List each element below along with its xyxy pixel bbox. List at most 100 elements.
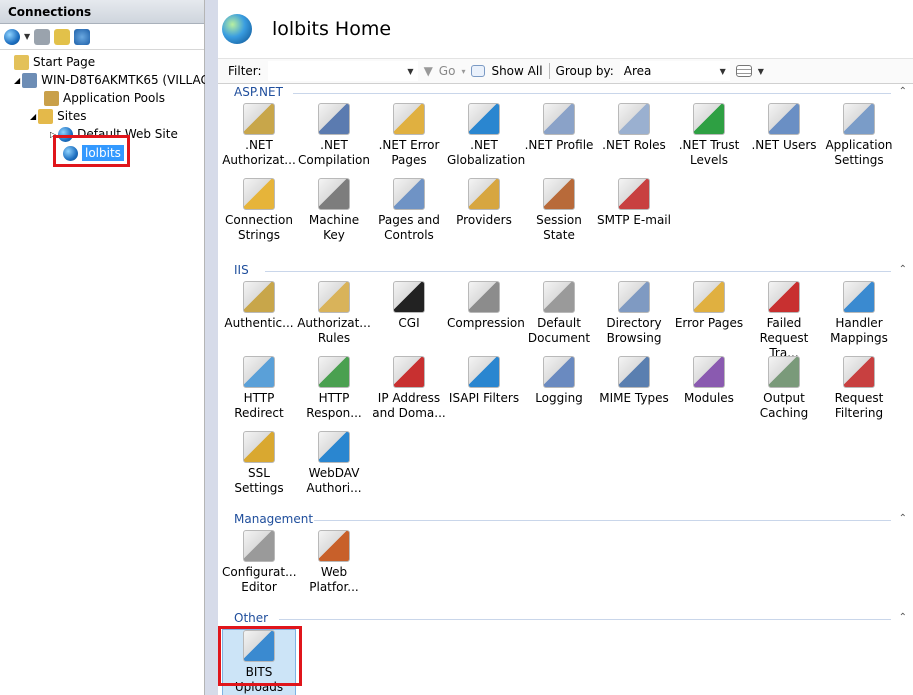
show-all-icon	[471, 65, 486, 77]
feature-providers[interactable]: Providers	[447, 178, 521, 228]
go-icon[interactable]: ▼	[424, 64, 433, 78]
feature-compilation[interactable]: .NET Compilation	[297, 103, 371, 168]
feature-request-filtering[interactable]: Request Filtering	[822, 356, 896, 421]
feature-app-settings[interactable]: Application Settings	[822, 103, 896, 168]
connect-dropdown-icon[interactable]: ▼	[24, 32, 30, 41]
feature-label: Pages and	[378, 213, 440, 227]
feature-http-redirect[interactable]: HTTP Redirect	[222, 356, 296, 421]
feature-http-response[interactable]: HTTP Respon...	[297, 356, 371, 421]
cgi-icon	[393, 281, 425, 313]
disconnect-icon[interactable]	[74, 28, 91, 45]
group-by-value: Area	[623, 64, 652, 78]
feature-default-document[interactable]: Default Document	[522, 281, 596, 346]
show-all-button[interactable]: Show All	[491, 64, 542, 78]
roles-icon	[618, 103, 650, 135]
feature-cgi[interactable]: CGI	[372, 281, 446, 331]
feature-label: Directory	[606, 316, 662, 330]
request-filtering-icon	[843, 356, 875, 388]
feature-config-editor[interactable]: Configurat... Editor	[222, 530, 297, 595]
view-icon[interactable]	[735, 65, 752, 77]
tree-item-start-page[interactable]: Start Page	[14, 53, 95, 71]
feature-isapi-filters[interactable]: ISAPI Filters	[447, 356, 521, 406]
error-404-icon	[693, 281, 725, 313]
collapse-arrow-icon[interactable]: ◢	[14, 76, 20, 85]
collapse-arrow-icon[interactable]: ◢	[30, 112, 36, 121]
feature-label-line2: Document	[527, 331, 591, 345]
feature-label: Authorizat...	[297, 316, 371, 330]
feature-label-line2: Rules	[317, 331, 351, 345]
connect-icon[interactable]	[4, 28, 20, 45]
feature-error-404[interactable]: .NET Error Pages	[372, 103, 446, 168]
feature-webdav[interactable]: WebDAV Authori...	[297, 431, 371, 496]
feature-smtp-email[interactable]: SMTP E-mail	[597, 178, 671, 228]
feature-handler-mappings[interactable]: Handler Mappings	[822, 281, 896, 346]
feature-session-state[interactable]: Session State	[522, 178, 596, 243]
output-caching-icon	[768, 356, 800, 388]
feature-directory-browsing[interactable]: Directory Browsing	[597, 281, 671, 346]
group-by-select[interactable]: Area ▼	[619, 61, 730, 81]
filter-input[interactable]: ▼	[267, 61, 418, 81]
toolbar-divider	[548, 63, 550, 79]
collapse-section-icon[interactable]: ⌃	[899, 513, 907, 524]
app-pools-icon	[44, 90, 59, 106]
http-redirect-icon	[243, 356, 275, 388]
feature-output-caching[interactable]: Output Caching	[747, 356, 821, 421]
feature-label: .NET Users	[751, 138, 817, 152]
feature-logging[interactable]: Logging	[522, 356, 596, 406]
feature-ssl-lock[interactable]: SSL Settings	[222, 431, 296, 496]
feature-failed-request[interactable]: Failed Request Tra...	[747, 281, 821, 361]
config-editor-icon	[243, 530, 275, 562]
pane-splitter[interactable]	[205, 0, 218, 695]
tree-item-server[interactable]: ◢ WIN-D8T6AKMTK65 (VILLAGE	[14, 71, 217, 89]
feature-mime-types[interactable]: MIME Types	[597, 356, 671, 406]
feature-label: SSL Settings	[234, 466, 284, 495]
collapse-section-icon[interactable]: ⌃	[899, 612, 907, 623]
feature-globe[interactable]: .NET Globalization	[447, 103, 525, 168]
features-list: ASP.NET ⌃ .NET Authorizat... .NET Compilation…	[218, 85, 913, 695]
feature-users[interactable]: .NET Users	[747, 103, 821, 153]
tree-item-label: Start Page	[33, 55, 96, 69]
feature-label-line2: Editor	[241, 580, 277, 594]
feature-compression[interactable]: Compression	[447, 281, 525, 331]
tree-item-sites[interactable]: ◢ Sites	[30, 107, 86, 125]
feature-label: .NET Roles	[602, 138, 666, 152]
features-view: lolbits Home Filter: ▼ ▼ Go ▾ Show All G…	[218, 0, 913, 695]
collapse-section-icon[interactable]: ⌃	[899, 264, 907, 275]
chevron-down-icon[interactable]: ▼	[720, 67, 726, 76]
save-icon[interactable]	[34, 28, 51, 45]
feature-label-line2: Mappings	[830, 331, 888, 345]
feature-ip-address[interactable]: IP Address and Doma...	[372, 356, 446, 421]
feature-machine-key[interactable]: Machine Key	[297, 178, 371, 243]
view-dropdown-icon[interactable]: ▼	[758, 67, 764, 76]
feature-authorization-lock[interactable]: .NET Authorizat...	[222, 103, 296, 168]
feature-connection-strings[interactable]: Connection Strings	[222, 178, 296, 243]
feature-profile[interactable]: .NET Profile	[522, 103, 596, 153]
tree-item-application-pools[interactable]: Application Pools	[44, 89, 165, 107]
feature-trust-levels[interactable]: .NET Trust Levels	[672, 103, 746, 168]
go-button[interactable]: Go	[439, 64, 456, 78]
group-by-label: Group by:	[555, 64, 614, 78]
feature-web-platform[interactable]: Web Platfor...	[297, 530, 371, 595]
authorization-rules-icon	[318, 281, 350, 313]
feature-roles[interactable]: .NET Roles	[597, 103, 671, 153]
collapse-section-icon[interactable]: ⌃	[899, 86, 907, 97]
feature-modules[interactable]: Modules	[672, 356, 746, 406]
profile-icon	[543, 103, 575, 135]
go-dropdown-icon[interactable]: ▾	[461, 67, 465, 76]
page-header: lolbits Home	[218, 0, 913, 58]
tree-item-label: Application Pools	[63, 91, 165, 105]
feature-pages-controls[interactable]: Pages and Controls	[372, 178, 446, 243]
ssl-lock-icon	[243, 431, 275, 463]
feature-error-404[interactable]: Error Pages	[672, 281, 746, 331]
machine-key-icon	[318, 178, 350, 210]
feature-authentication[interactable]: Authentic...	[222, 281, 296, 331]
filter-bar: Filter: ▼ ▼ Go ▾ Show All Group by: Area…	[218, 58, 913, 84]
feature-authorization-rules[interactable]: Authorizat... Rules	[297, 281, 371, 346]
up-folder-icon[interactable]	[54, 28, 71, 45]
chevron-down-icon[interactable]: ▼	[407, 67, 413, 76]
feature-label: WebDAV	[308, 466, 360, 480]
feature-label-line2: Redirect	[234, 406, 284, 420]
feature-label: MIME Types	[599, 391, 669, 405]
compilation-icon	[318, 103, 350, 135]
feature-label-line2: Authori...	[306, 481, 362, 495]
